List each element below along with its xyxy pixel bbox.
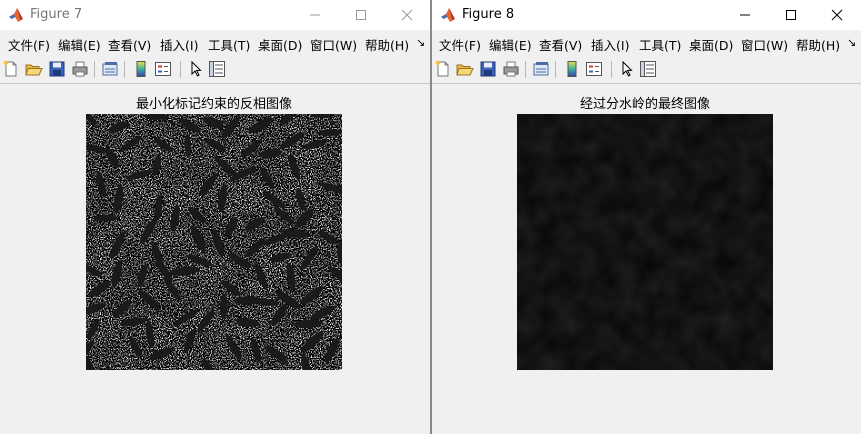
inverted-image-plot[interactable]	[86, 114, 342, 370]
menu-file[interactable]: 文件(F)	[439, 35, 481, 54]
menu-help[interactable]: 帮助(H)	[365, 35, 409, 54]
axes-title: 最小化标记约束的反相图像	[135, 97, 292, 112]
menu-edit[interactable]: 编辑(E)	[58, 35, 101, 54]
menu-bar: 文件(F) 编辑(E) 查看(V) 插入(I) 工具(T) 桌面(D) 窗口(W…	[432, 31, 861, 53]
legend-icon[interactable]	[585, 60, 603, 78]
save-icon[interactable]	[479, 60, 497, 78]
colorbar-icon[interactable]	[132, 60, 150, 78]
menu-window[interactable]: 窗口(W)	[310, 35, 357, 54]
menu-insert[interactable]: 插入(I)	[160, 35, 198, 54]
menu-desktop[interactable]: 桌面(D)	[689, 35, 733, 54]
toolbar-separator	[180, 61, 181, 78]
minimize-button[interactable]	[292, 0, 338, 30]
menu-tools[interactable]: 工具(T)	[639, 35, 681, 54]
print-icon[interactable]	[71, 60, 89, 78]
figure-8-window: Figure 8 文件(F) 编辑(E) 查看(V) 插入(I) 工具(T) 桌…	[432, 0, 861, 434]
menu-bar: 文件(F) 编辑(E) 查看(V) 插入(I) 工具(T) 桌面(D) 窗口(W…	[0, 31, 430, 53]
menu-view[interactable]: 查看(V)	[539, 35, 582, 54]
legend-icon[interactable]	[154, 60, 172, 78]
title-bar[interactable]: Figure 8	[432, 0, 861, 30]
menu-desktop[interactable]: 桌面(D)	[258, 35, 302, 54]
menu-overflow-icon[interactable]: ↘	[847, 36, 856, 49]
link-plot-icon[interactable]	[532, 60, 550, 78]
maximize-button[interactable]	[768, 0, 814, 30]
toolbar-divider	[432, 83, 861, 84]
pointer-icon[interactable]	[187, 60, 205, 78]
toolbar-separator	[611, 61, 612, 78]
print-icon[interactable]	[502, 60, 520, 78]
open-file-icon[interactable]	[456, 60, 474, 78]
property-inspector-icon[interactable]	[639, 60, 657, 78]
property-inspector-icon[interactable]	[208, 60, 226, 78]
open-file-icon[interactable]	[25, 60, 43, 78]
close-button[interactable]	[384, 0, 430, 30]
watershed-final-image[interactable]	[517, 114, 773, 370]
menu-edit[interactable]: 编辑(E)	[489, 35, 532, 54]
link-plot-icon[interactable]	[101, 60, 119, 78]
new-figure-icon[interactable]	[2, 60, 20, 78]
figure-7-window: Figure 7 文件(F) 编辑(E) 查看(V) 插入(I) 工具(T) 桌…	[0, 0, 430, 434]
rice-grains-image	[86, 114, 342, 370]
rice-grain	[220, 293, 228, 320]
menu-help[interactable]: 帮助(H)	[796, 35, 840, 54]
matlab-icon	[8, 7, 24, 23]
window-title: Figure 8	[462, 7, 515, 22]
close-button[interactable]	[814, 0, 860, 30]
menu-view[interactable]: 查看(V)	[108, 35, 151, 54]
toolbar-separator	[94, 61, 95, 78]
title-bar[interactable]: Figure 7	[0, 0, 430, 30]
maximize-button[interactable]	[338, 0, 384, 30]
pointer-icon[interactable]	[618, 60, 636, 78]
axes-title: 经过分水岭的最终图像	[579, 97, 710, 112]
toolbar-divider	[0, 83, 430, 84]
toolbar	[0, 56, 430, 82]
menu-window[interactable]: 窗口(W)	[741, 35, 788, 54]
menu-file[interactable]: 文件(F)	[8, 35, 50, 54]
matlab-icon	[440, 7, 456, 23]
window-title: Figure 7	[30, 7, 83, 22]
menu-insert[interactable]: 插入(I)	[591, 35, 629, 54]
toolbar-separator	[124, 61, 125, 78]
toolbar-separator	[525, 61, 526, 78]
save-icon[interactable]	[48, 60, 66, 78]
new-figure-icon[interactable]	[434, 60, 452, 78]
menu-tools[interactable]: 工具(T)	[208, 35, 250, 54]
menu-overflow-icon[interactable]: ↘	[416, 36, 425, 49]
minimize-button[interactable]	[722, 0, 768, 30]
dark-image	[517, 114, 773, 370]
toolbar	[432, 56, 861, 82]
colorbar-icon[interactable]	[563, 60, 581, 78]
toolbar-separator	[555, 61, 556, 78]
